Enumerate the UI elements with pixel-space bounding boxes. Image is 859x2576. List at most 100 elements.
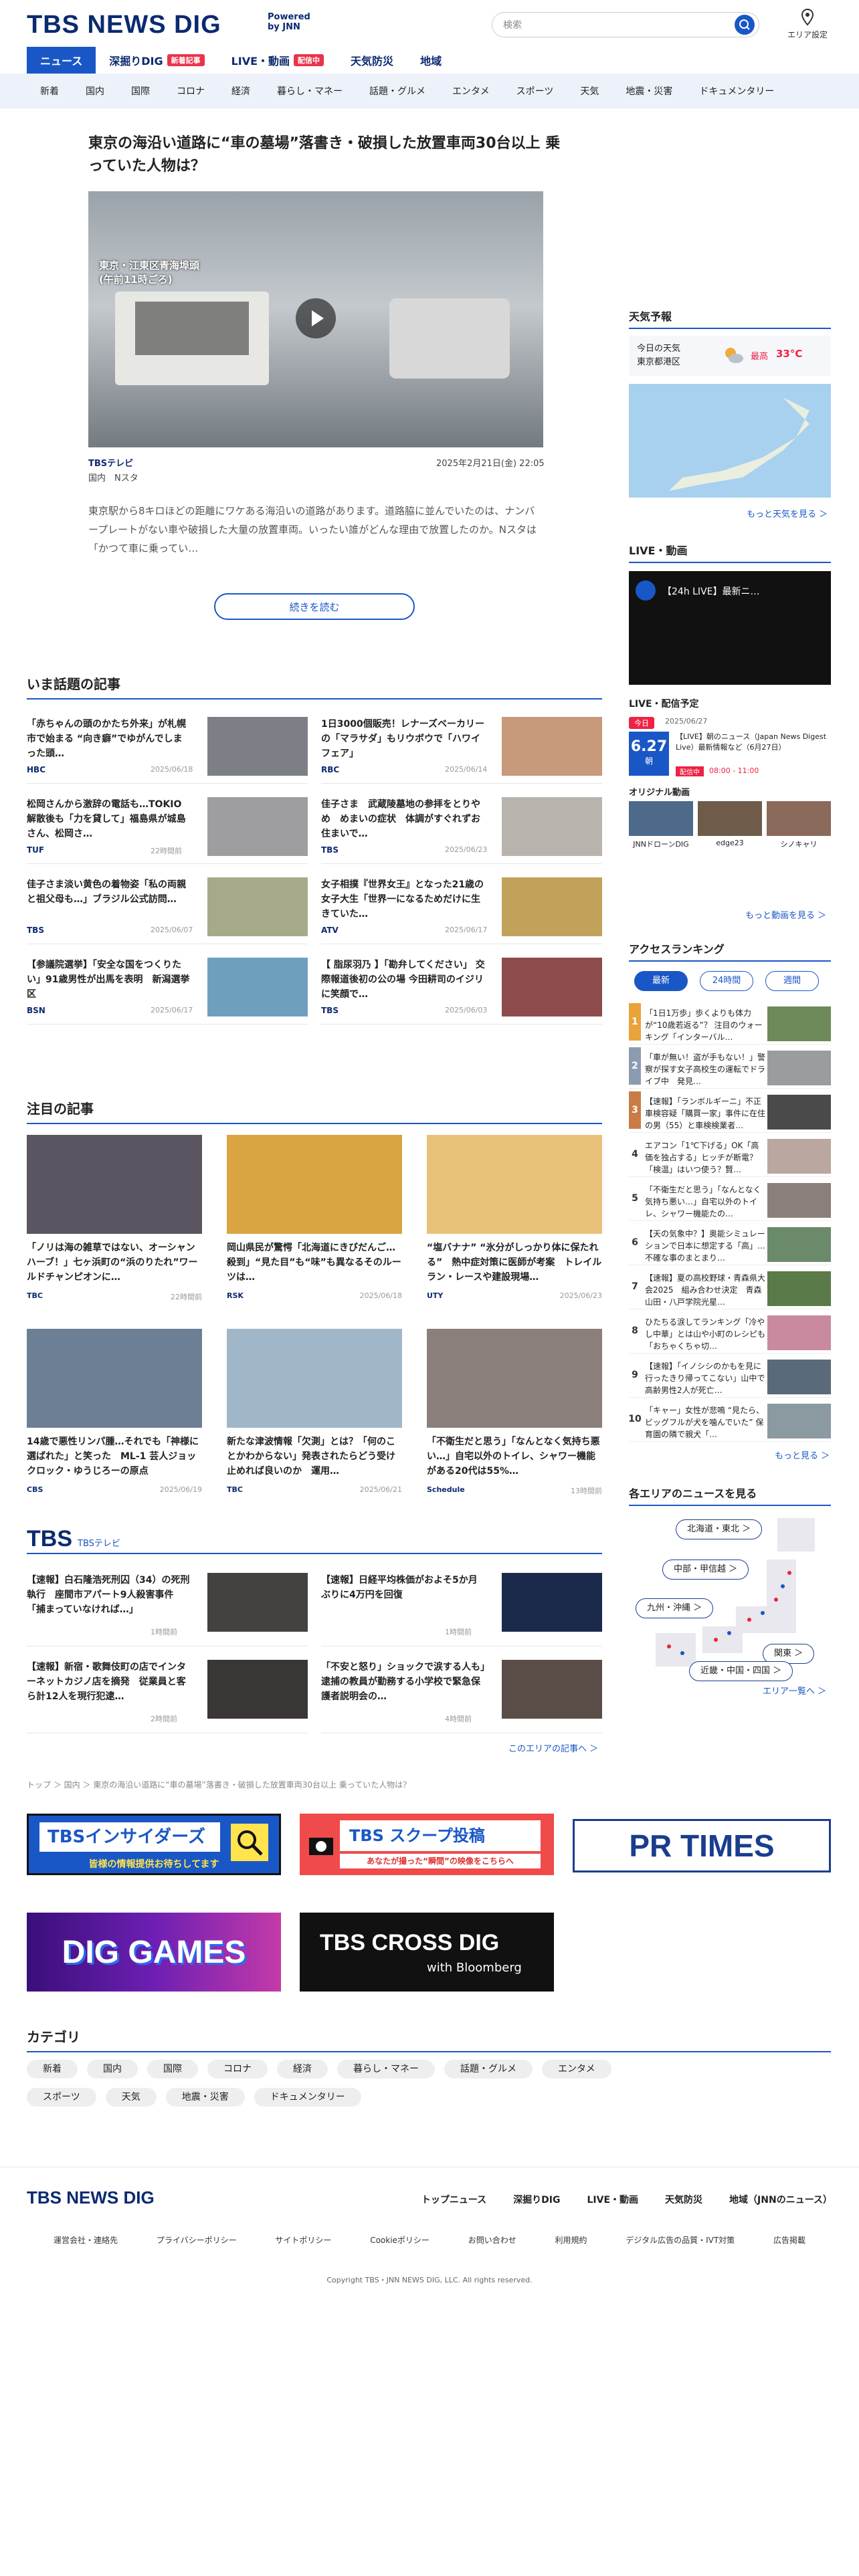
prtimes-banner[interactable]: PR TIMES [573,1819,831,1872]
chip-sports[interactable]: スポーツ [27,2088,96,2107]
chip-international[interactable]: 国際 [147,2060,198,2078]
hero-tags[interactable]: 国内 Nスタ [88,471,138,484]
search-icon[interactable] [735,15,755,35]
insiders-banner[interactable]: TBSインサイダーズ 皆様の情報提供お待ちしてます [27,1814,281,1875]
ranking-item[interactable]: 4 エアコン「1℃下げる」OK「高価を独占する」ヒッチが断電？「検温」はいつ使う？… [629,1136,831,1177]
ranking-tab-24h[interactable]: 24時間 [700,971,753,991]
chip-new[interactable]: 新着 [27,2060,78,2078]
cat-life[interactable]: 暮らし・マネー [264,84,356,98]
cat-weather[interactable]: 天気 [567,84,612,98]
original-video[interactable]: edge23 [698,801,762,847]
ranking-item[interactable]: 6 【天の気象中？】奥能シミュレーションで日本に想定する「高」…不確な事のまとまり… [629,1224,831,1265]
ranking-tabs: 最新 24時間 週間 [634,971,828,992]
chip-topics[interactable]: 話題・グルメ [444,2060,533,2078]
tab-live[interactable]: LIVE・動画 配信中 [218,47,337,74]
list-item[interactable]: 松岡さんから激辞の電話も…TOKIO解散後も「力を貸して」福島県が城島さん、松岡… [27,790,308,864]
area-chubu[interactable]: 中部・甲信越 ＞ [662,1560,749,1580]
weather-today[interactable]: 今日の天気 東京都港区 最高 33°C [629,336,831,376]
japan-map[interactable]: 北海道・東北 ＞ 中部・甲信越 ＞ 九州・沖縄 ＞ 関東 ＞ 近畿・中国・四国 … [629,1513,831,1681]
chip-documentary[interactable]: ドキュメンタリー [254,2088,361,2107]
ranking-tab-latest[interactable]: 最新 [634,971,688,991]
list-item[interactable]: 【参議院選挙】「安全な国をつくりたい」91歳男性が出馬を表明 新潟選挙区 BSN 2… [27,951,308,1025]
thumb [427,1135,602,1234]
crossdig-banner[interactable]: TBS CROSS DIG with Bloomberg [300,1913,554,1992]
area-hokkaido-tohoku[interactable]: 北海道・東北 ＞ [676,1519,763,1539]
featured-card[interactable]: 岡山県民が驚愕「北海道にきびだんご…殺到」“見た目”も“味”も異なるそのルーツは… [227,1135,402,1303]
cat-new[interactable]: 新着 [27,84,72,98]
channel-avatar [636,580,656,601]
chip-corona[interactable]: コロナ [207,2060,268,2078]
list-item[interactable]: 【速報】白石隆浩死刑囚（34）の死刑執行 座間市アパート9人殺害事件「捕まってい… [27,1566,308,1646]
list-item[interactable]: 「不安と怒り」ショックで涙する人も」逮捕の教員が勤務する小学校で緊急保護者説明会… [321,1653,602,1733]
cat-domestic[interactable]: 国内 [72,84,118,98]
ranking-item[interactable]: 3 【速報】「ランボルギーニ」不正車検容疑「購買一家」事件に在住の男（55）と車検… [629,1091,831,1133]
featured-card[interactable]: 新たな津波情報「欠測」とは？「何のことかわからない」発表されたらどう受け止めれば… [227,1329,402,1497]
live-player[interactable]: 【24h LIVE】最新ニ… [629,571,831,685]
list-item[interactable]: 佳子さま淡い黄色の着物姿「私の両親と祖父母も…」ブラジル公式訪問… TBS 2025… [27,871,308,944]
chip-economy[interactable]: 経済 [277,2060,328,2078]
read-more-button[interactable]: 続きを読む [214,593,415,620]
area-kinki[interactable]: 近畿・中国・四国 ＞ [689,1661,793,1681]
weather-map[interactable] [629,384,831,498]
ranking-tab-week[interactable]: 週間 [765,971,819,991]
footer-logo[interactable]: TBS NEWS DIG [27,2187,155,2208]
play-icon[interactable] [296,298,336,338]
featured-card[interactable]: 「不衛生だと思う」「なんとなく気持ち悪い…」自宅以外のトイレ、シャワー機能がある… [427,1329,602,1497]
schedule-card[interactable]: 6.27 朝 【LIVE】朝のニュース（Japan News Digest Liv… [629,732,831,780]
original-video[interactable]: JNNドローンDIG [629,801,693,849]
ranking-item[interactable]: 1 「1日1万歩」歩くよりも体力が“10歳若返る”？ 注目のウォーキング「インター… [629,1003,831,1045]
tab-region[interactable]: 地域 [407,47,455,74]
cat-sports[interactable]: スポーツ [503,84,567,98]
list-item[interactable]: 佳子さま 武蔵陵墓地の参拝をとりやめ めまいの症状 体調がすぐれずお住まいで… T… [321,790,602,864]
chip-entame[interactable]: エンタメ [542,2060,611,2078]
search-input[interactable]: 検索 [492,12,759,37]
diggames-banner[interactable]: DIG GAMES [27,1913,281,1992]
hero-image[interactable]: 東京・江東区青海埠頭 (午前11時ごろ) [88,191,543,447]
thumb [502,958,602,1016]
sun-cloud-icon [725,348,743,363]
list-item[interactable]: 【速報】新宿・歌舞伎町の店でインターネットカジノ店を摘発 従業員と客ら計12人を… [27,1653,308,1733]
cat-corona[interactable]: コロナ [163,84,218,98]
thumb [767,1360,831,1394]
weather-more-link[interactable]: もっと天気を見る ＞ [747,507,828,520]
ranking-item[interactable]: 2 「車が無い！盗が手もない！」警察が探す女子高校生の運転でドライブ中 発見… [629,1047,831,1089]
cat-economy[interactable]: 経済 [218,84,264,98]
ranking-item[interactable]: 10 「キャー」女性が悲鳴 “見たら、ビッグフルが犬を噛んでいた” 保育園の隣で親… [628,1400,831,1442]
cat-documentary[interactable]: ドキュメンタリー [686,84,787,98]
cat-international[interactable]: 国際 [118,84,163,98]
list-item[interactable]: 【 脂尿羽乃 】「勘弁してください」 交際報道後初の公の場 今田耕司のイジリに笑… [321,951,602,1025]
video-more-link[interactable]: もっと動画を見る ＞ [745,908,826,921]
chip-disaster[interactable]: 地震・災害 [165,2088,245,2107]
area-setting-button[interactable]: エリア設定 [784,8,831,40]
list-item[interactable]: 女子相撲『世界女王』となった21歳の女子大生「世界一になるためだけに生きていた…… [321,871,602,944]
cat-topics[interactable]: 話題・グルメ [356,84,439,98]
ranking-item[interactable]: 5 「不衛生だと思う」「なんとなく気持ち悪い…」自宅以外のトイレ、シャワー機能たの… [629,1180,831,1221]
site-logo[interactable]: TBS NEWS DIG [27,11,221,39]
scoop-banner[interactable]: TBS スクープ投稿 あなたが撮った“瞬間”の映像をこちらへ [300,1814,554,1875]
cat-disaster[interactable]: 地震・災害 [612,84,686,98]
tab-news[interactable]: ニュース [27,47,96,74]
footer-links: 運営会社・連絡先 プライバシーポリシー サイトポリシー Cookieポリシー お問い合わ… [54,2236,805,2245]
list-item[interactable]: 1日3000個販売！レナーズベーカリーの「マラサダ」もリウボウで「ハワイフェア」… [321,710,602,784]
list-item[interactable]: 【速報】日経平均株価がおよそ5か月ぶりに4万円を回復 1時間前 [321,1566,602,1646]
ranking-item[interactable]: 7 【速報】夏の高校野球・青森県大会2025 組み合わせ決定 青森山田・八戸学院光… [629,1268,831,1309]
chip-weather[interactable]: 天気 [105,2088,157,2107]
areas-more-link[interactable]: エリア一覧へ ＞ [763,1684,826,1697]
tab-dig[interactable]: 深掘りDIG 新着記事 [96,47,217,74]
chip-domestic[interactable]: 国内 [87,2060,138,2078]
featured-card[interactable]: 「ノリは海の雑草ではない、オーシャンハーブ！」七ヶ浜町の“浜のりたれ”ワールドチ… [27,1135,202,1303]
tab-weather[interactable]: 天気防災 [337,47,407,74]
list-item[interactable]: 「赤ちゃんの頭のかたち外来」が札幌市で始まる “向き癖”でゆがんでしまった頭… H… [27,710,308,784]
breadcrumb[interactable]: トップ ＞ 国内 ＞ 東京の海沿い道路に“車の墓場”落書き・破損した放置車両30… [27,1779,411,1790]
area-kyushu[interactable]: 九州・沖縄 ＞ [636,1598,714,1618]
tbs-more-link[interactable]: このエリアの記事へ ＞ [508,1741,598,1754]
chip-life[interactable]: 暮らし・マネー [337,2060,435,2078]
ranking-item[interactable]: 8 ひたちる涙してランキング「冷やし中華」とは山や小町のレシピも「おちゃくちゃ切… [629,1312,831,1354]
hero-title[interactable]: 東京の海沿い道路に“車の墓場”落書き・破損した放置車両30台以上 乗っていた人物… [88,132,570,178]
original-video[interactable]: シノキャリ [767,801,831,849]
ranking-item[interactable]: 9 【速報】「イノシシのかもを見に行ったきり帰ってこない」山中で高齢男性2人が死亡… [629,1356,831,1398]
ranking-more-link[interactable]: もっと見る ＞ [775,1448,830,1461]
cat-entame[interactable]: エンタメ [439,84,503,98]
featured-card[interactable]: 14歳で悪性リンパ腫…それでも「神様に選ばれた」と笑った ML-1 芸人ジョック… [27,1329,202,1497]
featured-card[interactable]: “塩バナナ” “氷分がしっかり体に保たれる” 熱中症対策に医師が考案 トレイルラ… [427,1135,602,1303]
